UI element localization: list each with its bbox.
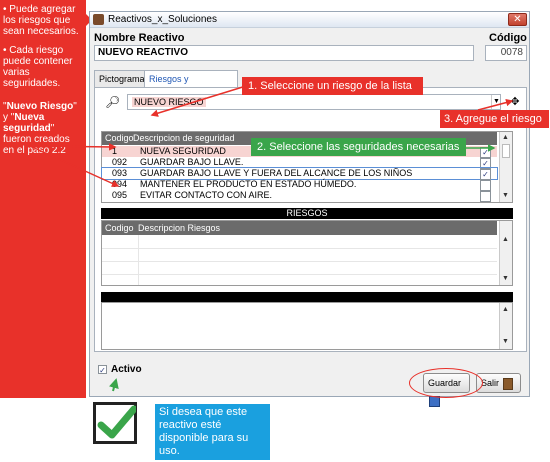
arrow-note-1 xyxy=(29,145,120,187)
arrow-step-1 xyxy=(150,85,247,117)
check-glyph xyxy=(97,405,138,439)
check-mark-icon xyxy=(93,402,138,444)
arrow-activo xyxy=(109,378,119,392)
annotation-arrows xyxy=(29,85,514,392)
arrow-step-3 xyxy=(477,98,514,111)
arrow-note-2 xyxy=(29,143,117,151)
callout-activo-info: Si desea que este reactivo esté disponib… xyxy=(155,404,270,460)
